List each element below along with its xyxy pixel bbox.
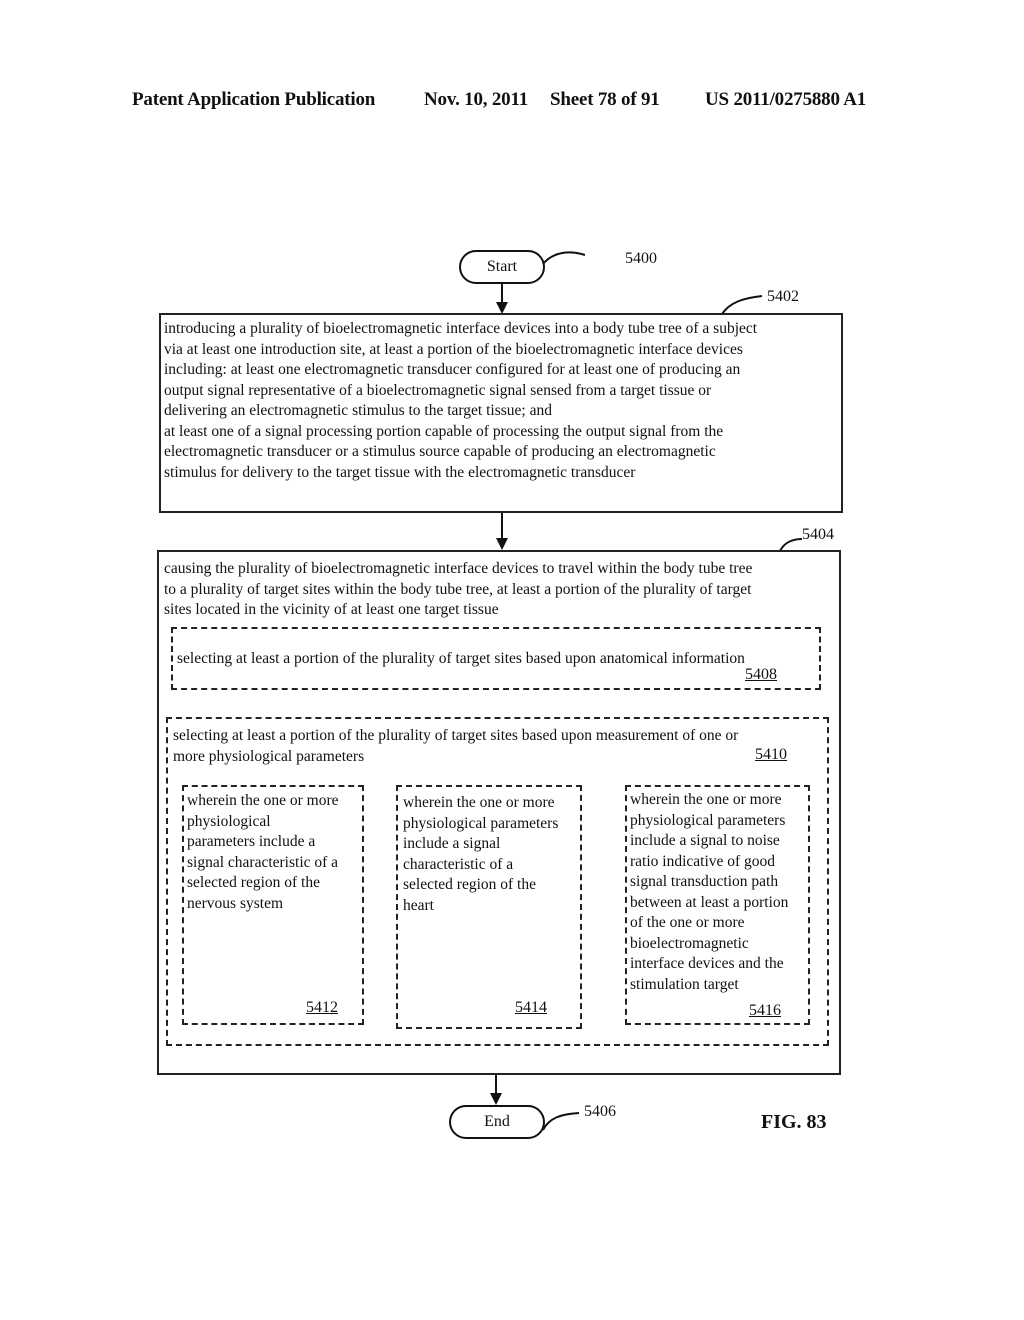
sub-nervous-system-ref: 5412 [306,999,338,1016]
step2-text: causing the plurality of bioelectromagne… [164,560,753,618]
arrow-head [490,1093,502,1105]
sub-heart-box: wherein the one or more physiological pa… [396,785,582,1029]
publication-number: US 2011/0275880 A1 [705,89,867,110]
sub-snr-box: wherein the one or more physiological pa… [625,785,810,1025]
step1-box: introducing a plurality of bioelectromag… [159,313,843,513]
sub-snr-ref: 5416 [749,1002,781,1019]
publication-label: Patent Application Publication [132,89,376,110]
option-physiological-box: selecting at least a portion of the plur… [166,717,829,1046]
option-physiological-ref: 5410 [755,746,787,763]
option-anatomical-box: selecting at least a portion of the plur… [171,627,821,690]
option-anatomical-ref: 5408 [745,666,777,683]
sub-nervous-system-text: wherein the one or more physiological pa… [187,792,339,912]
end-terminal: End [449,1105,545,1139]
connector-line [495,1075,497,1095]
option-physiological-text: selecting at least a portion of the plur… [173,727,739,765]
publication-date: Nov. 10, 2011 [424,89,529,110]
leader-line-5406 [542,1112,580,1131]
figure-label: FIG. 83 [761,1111,827,1133]
sub-heart-ref: 5414 [515,999,547,1016]
connector-line [501,513,503,539]
step1-text: introducing a plurality of bioelectromag… [164,320,758,481]
sheet-number: Sheet 78 of 91 [550,89,660,110]
flowchart-ref: 5400 [625,250,657,267]
connector-line [501,282,503,304]
end-ref: 5406 [584,1103,616,1120]
sub-heart-text: wherein the one or more physiological pa… [403,794,559,914]
step2-ref: 5404 [802,526,834,543]
sub-snr-text: wherein the one or more physiological pa… [630,791,789,993]
arrow-head [496,538,508,550]
sub-nervous-system-box: wherein the one or more physiological pa… [182,785,364,1025]
step1-ref: 5402 [767,288,799,305]
leader-line-5400 [542,251,586,265]
option-anatomical-text: selecting at least a portion of the plur… [177,650,745,667]
start-terminal: Start [459,250,545,284]
